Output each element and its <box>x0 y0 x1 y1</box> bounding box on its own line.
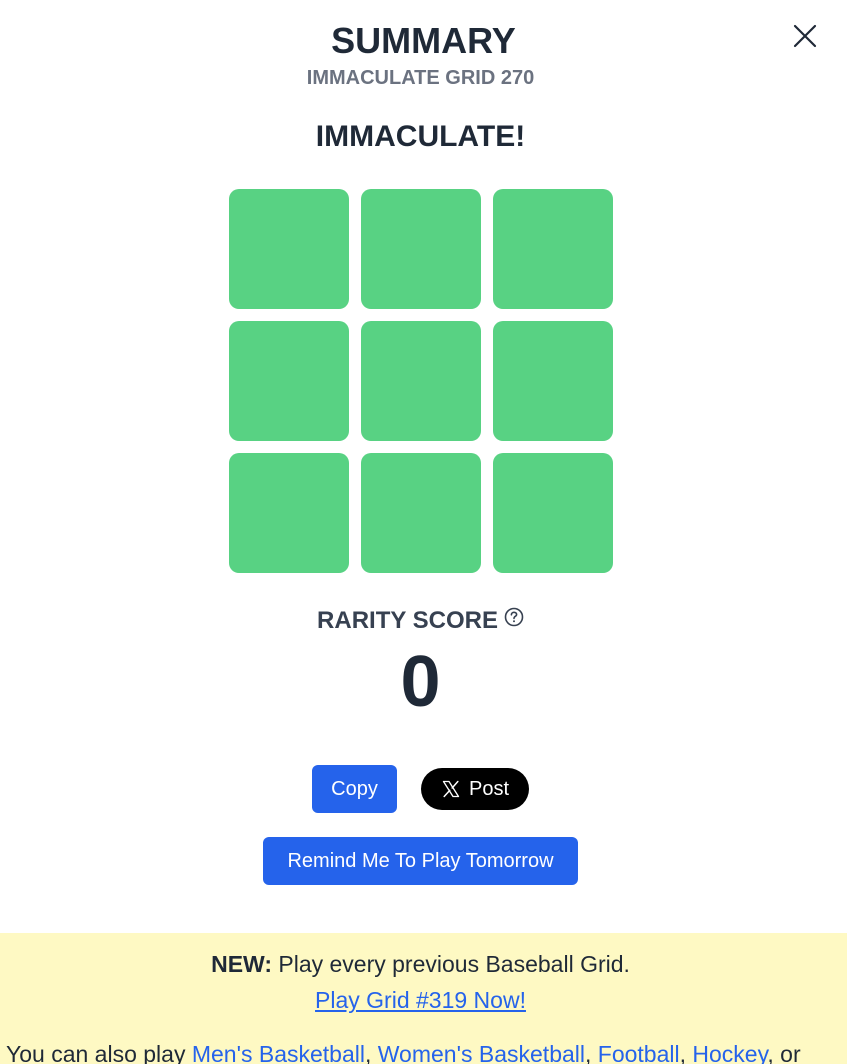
summary-modal: SUMMARY IMMACULATE GRID 270 IMMACULATE! … <box>0 0 847 1064</box>
rarity-score-value: 0 <box>400 642 441 722</box>
result-grid <box>229 189 613 573</box>
other-sports-suffix: , or <box>767 1041 801 1064</box>
grid-cell <box>493 321 613 441</box>
grid-cell <box>361 453 481 573</box>
grid-number-subtitle: IMMACULATE GRID 270 <box>306 67 535 89</box>
other-sports-prefix: You can also play <box>6 1041 192 1064</box>
mens-basketball-link[interactable]: Men's Basketball <box>192 1041 365 1064</box>
grid-cell <box>229 189 349 309</box>
result-headline: IMMACULATE! <box>315 120 526 153</box>
football-link[interactable]: Football <box>598 1041 680 1064</box>
promo-announcement: NEW: Play every previous Baseball Grid. <box>0 950 841 978</box>
rarity-score-label: RARITY SCORE <box>317 607 498 634</box>
grid-cell <box>361 321 481 441</box>
x-logo-icon <box>441 779 461 799</box>
womens-basketball-link[interactable]: Women's Basketball <box>378 1041 585 1064</box>
post-label: Post <box>468 777 510 800</box>
separator: , <box>585 1041 598 1064</box>
question-circle-icon <box>504 607 524 626</box>
grid-cell <box>229 321 349 441</box>
remind-tomorrow-button[interactable]: Remind Me To Play Tomorrow <box>263 837 578 885</box>
post-to-x-button[interactable]: Post <box>421 768 529 810</box>
grid-cell <box>493 453 613 573</box>
rarity-score-heading: RARITY SCORE <box>0 606 841 637</box>
promo-banner: NEW: Play every previous Baseball Grid. … <box>0 933 847 1064</box>
modal-title: SUMMARY <box>331 20 516 61</box>
copy-button[interactable]: Copy <box>312 765 397 813</box>
promo-play-line: Play Grid #319 Now! <box>0 986 841 1014</box>
grid-cell <box>361 189 481 309</box>
separator: , <box>364 1041 378 1064</box>
grid-cell <box>229 453 349 573</box>
separator: , <box>679 1041 693 1064</box>
rarity-help-button[interactable] <box>504 605 524 635</box>
promo-new-label: NEW: <box>211 951 272 977</box>
other-sports-line: You can also play Men's Basketball, Wome… <box>6 1040 847 1064</box>
play-grid-link[interactable]: Play Grid #319 Now! <box>315 987 526 1013</box>
promo-new-text: Play every previous Baseball Grid. <box>271 951 630 977</box>
grid-cell <box>493 189 613 309</box>
hockey-link[interactable]: Hockey <box>692 1041 767 1064</box>
